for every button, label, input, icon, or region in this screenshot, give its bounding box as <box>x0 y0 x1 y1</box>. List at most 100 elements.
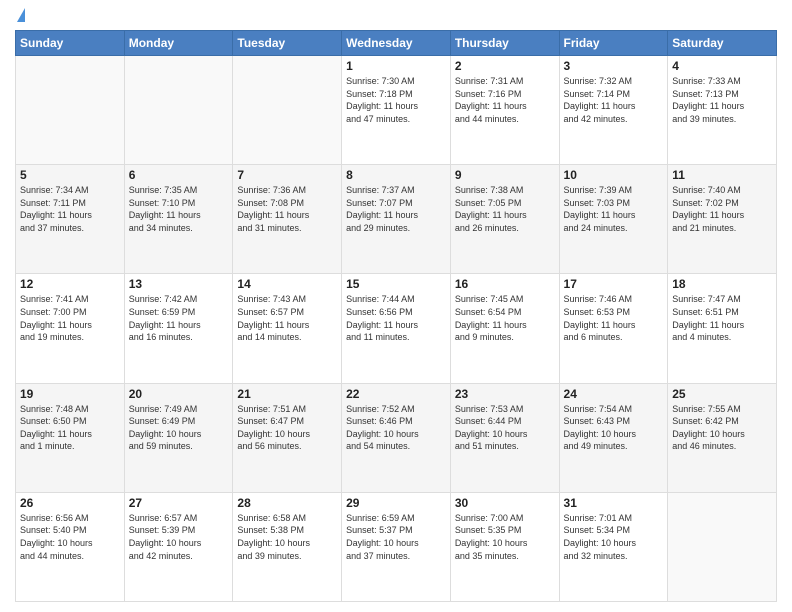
calendar-header-monday: Monday <box>124 31 233 56</box>
day-number: 8 <box>346 168 446 182</box>
calendar: SundayMondayTuesdayWednesdayThursdayFrid… <box>15 30 777 602</box>
day-info: Sunrise: 7:52 AM Sunset: 6:46 PM Dayligh… <box>346 403 446 453</box>
calendar-cell <box>16 56 125 165</box>
day-number: 20 <box>129 387 229 401</box>
calendar-cell: 2 Sunrise: 7:31 AM Sunset: 7:16 PM Daylig… <box>450 56 559 165</box>
day-info: Sunrise: 7:32 AM Sunset: 7:14 PM Dayligh… <box>564 75 664 125</box>
day-info: Sunrise: 7:40 AM Sunset: 7:02 PM Dayligh… <box>672 184 772 234</box>
calendar-cell: 13Sunrise: 7:42 AM Sunset: 6:59 PM Dayli… <box>124 274 233 383</box>
day-number: 19 <box>20 387 120 401</box>
calendar-week-2: 5 Sunrise: 7:34 AM Sunset: 7:11 PM Daylig… <box>16 165 777 274</box>
calendar-header-wednesday: Wednesday <box>342 31 451 56</box>
day-info: Sunrise: 7:34 AM Sunset: 7:11 PM Dayligh… <box>20 184 120 234</box>
calendar-cell: 19 Sunrise: 7:48 AM Sunset: 6:50 PM Dayli… <box>16 383 125 492</box>
calendar-cell: 31 Sunrise: 7:01 AM Sunset: 5:34 PM Dayli… <box>559 492 668 601</box>
calendar-cell: 5 Sunrise: 7:34 AM Sunset: 7:11 PM Daylig… <box>16 165 125 274</box>
day-info: Sunrise: 7:30 AM Sunset: 7:18 PM Dayligh… <box>346 75 446 125</box>
header <box>15 10 777 22</box>
day-info: Sunrise: 7:42 AM Sunset: 6:59 PM Dayligh… <box>129 293 229 343</box>
day-number: 18 <box>672 277 772 291</box>
day-info: Sunrise: 7:31 AM Sunset: 7:16 PM Dayligh… <box>455 75 555 125</box>
day-info: Sunrise: 7:35 AM Sunset: 7:10 PM Dayligh… <box>129 184 229 234</box>
day-info: Sunrise: 7:45 AM Sunset: 6:54 PM Dayligh… <box>455 293 555 343</box>
calendar-header-row: SundayMondayTuesdayWednesdayThursdayFrid… <box>16 31 777 56</box>
calendar-cell: 30 Sunrise: 7:00 AM Sunset: 5:35 PM Dayli… <box>450 492 559 601</box>
day-info: Sunrise: 7:33 AM Sunset: 7:13 PM Dayligh… <box>672 75 772 125</box>
day-number: 30 <box>455 496 555 510</box>
calendar-cell: 7 Sunrise: 7:36 AM Sunset: 7:08 PM Daylig… <box>233 165 342 274</box>
day-number: 7 <box>237 168 337 182</box>
calendar-week-5: 26 Sunrise: 6:56 AM Sunset: 5:40 PM Dayli… <box>16 492 777 601</box>
day-number: 5 <box>20 168 120 182</box>
day-info: Sunrise: 7:47 AM Sunset: 6:51 PM Dayligh… <box>672 293 772 343</box>
calendar-cell: 18 Sunrise: 7:47 AM Sunset: 6:51 PM Dayli… <box>668 274 777 383</box>
calendar-cell: 22 Sunrise: 7:52 AM Sunset: 6:46 PM Dayli… <box>342 383 451 492</box>
calendar-week-1: 1 Sunrise: 7:30 AM Sunset: 7:18 PM Daylig… <box>16 56 777 165</box>
calendar-cell: 16 Sunrise: 7:45 AM Sunset: 6:54 PM Dayli… <box>450 274 559 383</box>
day-number: 31 <box>564 496 664 510</box>
day-info: Sunrise: 7:55 AM Sunset: 6:42 PM Dayligh… <box>672 403 772 453</box>
day-info: Sunrise: 7:46 AM Sunset: 6:53 PM Dayligh… <box>564 293 664 343</box>
day-info: Sunrise: 7:37 AM Sunset: 7:07 PM Dayligh… <box>346 184 446 234</box>
calendar-cell: 3Sunrise: 7:32 AM Sunset: 7:14 PM Daylig… <box>559 56 668 165</box>
day-number: 4 <box>672 59 772 73</box>
day-number: 10 <box>564 168 664 182</box>
day-info: Sunrise: 7:43 AM Sunset: 6:57 PM Dayligh… <box>237 293 337 343</box>
day-number: 22 <box>346 387 446 401</box>
day-info: Sunrise: 7:36 AM Sunset: 7:08 PM Dayligh… <box>237 184 337 234</box>
day-number: 28 <box>237 496 337 510</box>
day-number: 27 <box>129 496 229 510</box>
calendar-header-saturday: Saturday <box>668 31 777 56</box>
day-number: 25 <box>672 387 772 401</box>
calendar-cell: 20 Sunrise: 7:49 AM Sunset: 6:49 PM Dayli… <box>124 383 233 492</box>
calendar-cell: 17 Sunrise: 7:46 AM Sunset: 6:53 PM Dayli… <box>559 274 668 383</box>
calendar-cell: 15 Sunrise: 7:44 AM Sunset: 6:56 PM Dayli… <box>342 274 451 383</box>
calendar-cell: 12Sunrise: 7:41 AM Sunset: 7:00 PM Dayli… <box>16 274 125 383</box>
calendar-cell <box>668 492 777 601</box>
calendar-cell: 29 Sunrise: 6:59 AM Sunset: 5:37 PM Dayli… <box>342 492 451 601</box>
calendar-cell <box>233 56 342 165</box>
day-info: Sunrise: 7:54 AM Sunset: 6:43 PM Dayligh… <box>564 403 664 453</box>
calendar-cell: 28Sunrise: 6:58 AM Sunset: 5:38 PM Dayli… <box>233 492 342 601</box>
calendar-cell: 24 Sunrise: 7:54 AM Sunset: 6:43 PM Dayli… <box>559 383 668 492</box>
day-info: Sunrise: 7:41 AM Sunset: 7:00 PM Dayligh… <box>20 293 120 343</box>
day-number: 6 <box>129 168 229 182</box>
day-info: Sunrise: 7:44 AM Sunset: 6:56 PM Dayligh… <box>346 293 446 343</box>
calendar-cell: 4 Sunrise: 7:33 AM Sunset: 7:13 PM Daylig… <box>668 56 777 165</box>
day-info: Sunrise: 7:51 AM Sunset: 6:47 PM Dayligh… <box>237 403 337 453</box>
calendar-cell: 11 Sunrise: 7:40 AM Sunset: 7:02 PM Dayli… <box>668 165 777 274</box>
day-number: 1 <box>346 59 446 73</box>
day-info: Sunrise: 7:48 AM Sunset: 6:50 PM Dayligh… <box>20 403 120 453</box>
calendar-header-sunday: Sunday <box>16 31 125 56</box>
day-number: 15 <box>346 277 446 291</box>
logo-icon <box>17 8 25 22</box>
calendar-cell <box>124 56 233 165</box>
day-info: Sunrise: 7:01 AM Sunset: 5:34 PM Dayligh… <box>564 512 664 562</box>
page: SundayMondayTuesdayWednesdayThursdayFrid… <box>0 0 792 612</box>
calendar-cell: 23Sunrise: 7:53 AM Sunset: 6:44 PM Dayli… <box>450 383 559 492</box>
day-number: 16 <box>455 277 555 291</box>
calendar-week-3: 12Sunrise: 7:41 AM Sunset: 7:00 PM Dayli… <box>16 274 777 383</box>
calendar-cell: 10Sunrise: 7:39 AM Sunset: 7:03 PM Dayli… <box>559 165 668 274</box>
day-number: 17 <box>564 277 664 291</box>
calendar-header-thursday: Thursday <box>450 31 559 56</box>
calendar-cell: 6 Sunrise: 7:35 AM Sunset: 7:10 PM Daylig… <box>124 165 233 274</box>
day-number: 29 <box>346 496 446 510</box>
calendar-week-4: 19 Sunrise: 7:48 AM Sunset: 6:50 PM Dayli… <box>16 383 777 492</box>
day-number: 11 <box>672 168 772 182</box>
day-number: 9 <box>455 168 555 182</box>
day-number: 24 <box>564 387 664 401</box>
day-info: Sunrise: 6:56 AM Sunset: 5:40 PM Dayligh… <box>20 512 120 562</box>
day-info: Sunrise: 6:59 AM Sunset: 5:37 PM Dayligh… <box>346 512 446 562</box>
day-info: Sunrise: 7:00 AM Sunset: 5:35 PM Dayligh… <box>455 512 555 562</box>
day-info: Sunrise: 7:49 AM Sunset: 6:49 PM Dayligh… <box>129 403 229 453</box>
calendar-cell: 27Sunrise: 6:57 AM Sunset: 5:39 PM Dayli… <box>124 492 233 601</box>
day-info: Sunrise: 7:53 AM Sunset: 6:44 PM Dayligh… <box>455 403 555 453</box>
day-number: 2 <box>455 59 555 73</box>
day-number: 21 <box>237 387 337 401</box>
calendar-cell: 9Sunrise: 7:38 AM Sunset: 7:05 PM Daylig… <box>450 165 559 274</box>
calendar-cell: 26 Sunrise: 6:56 AM Sunset: 5:40 PM Dayli… <box>16 492 125 601</box>
calendar-cell: 25 Sunrise: 7:55 AM Sunset: 6:42 PM Dayli… <box>668 383 777 492</box>
day-number: 26 <box>20 496 120 510</box>
calendar-header-friday: Friday <box>559 31 668 56</box>
